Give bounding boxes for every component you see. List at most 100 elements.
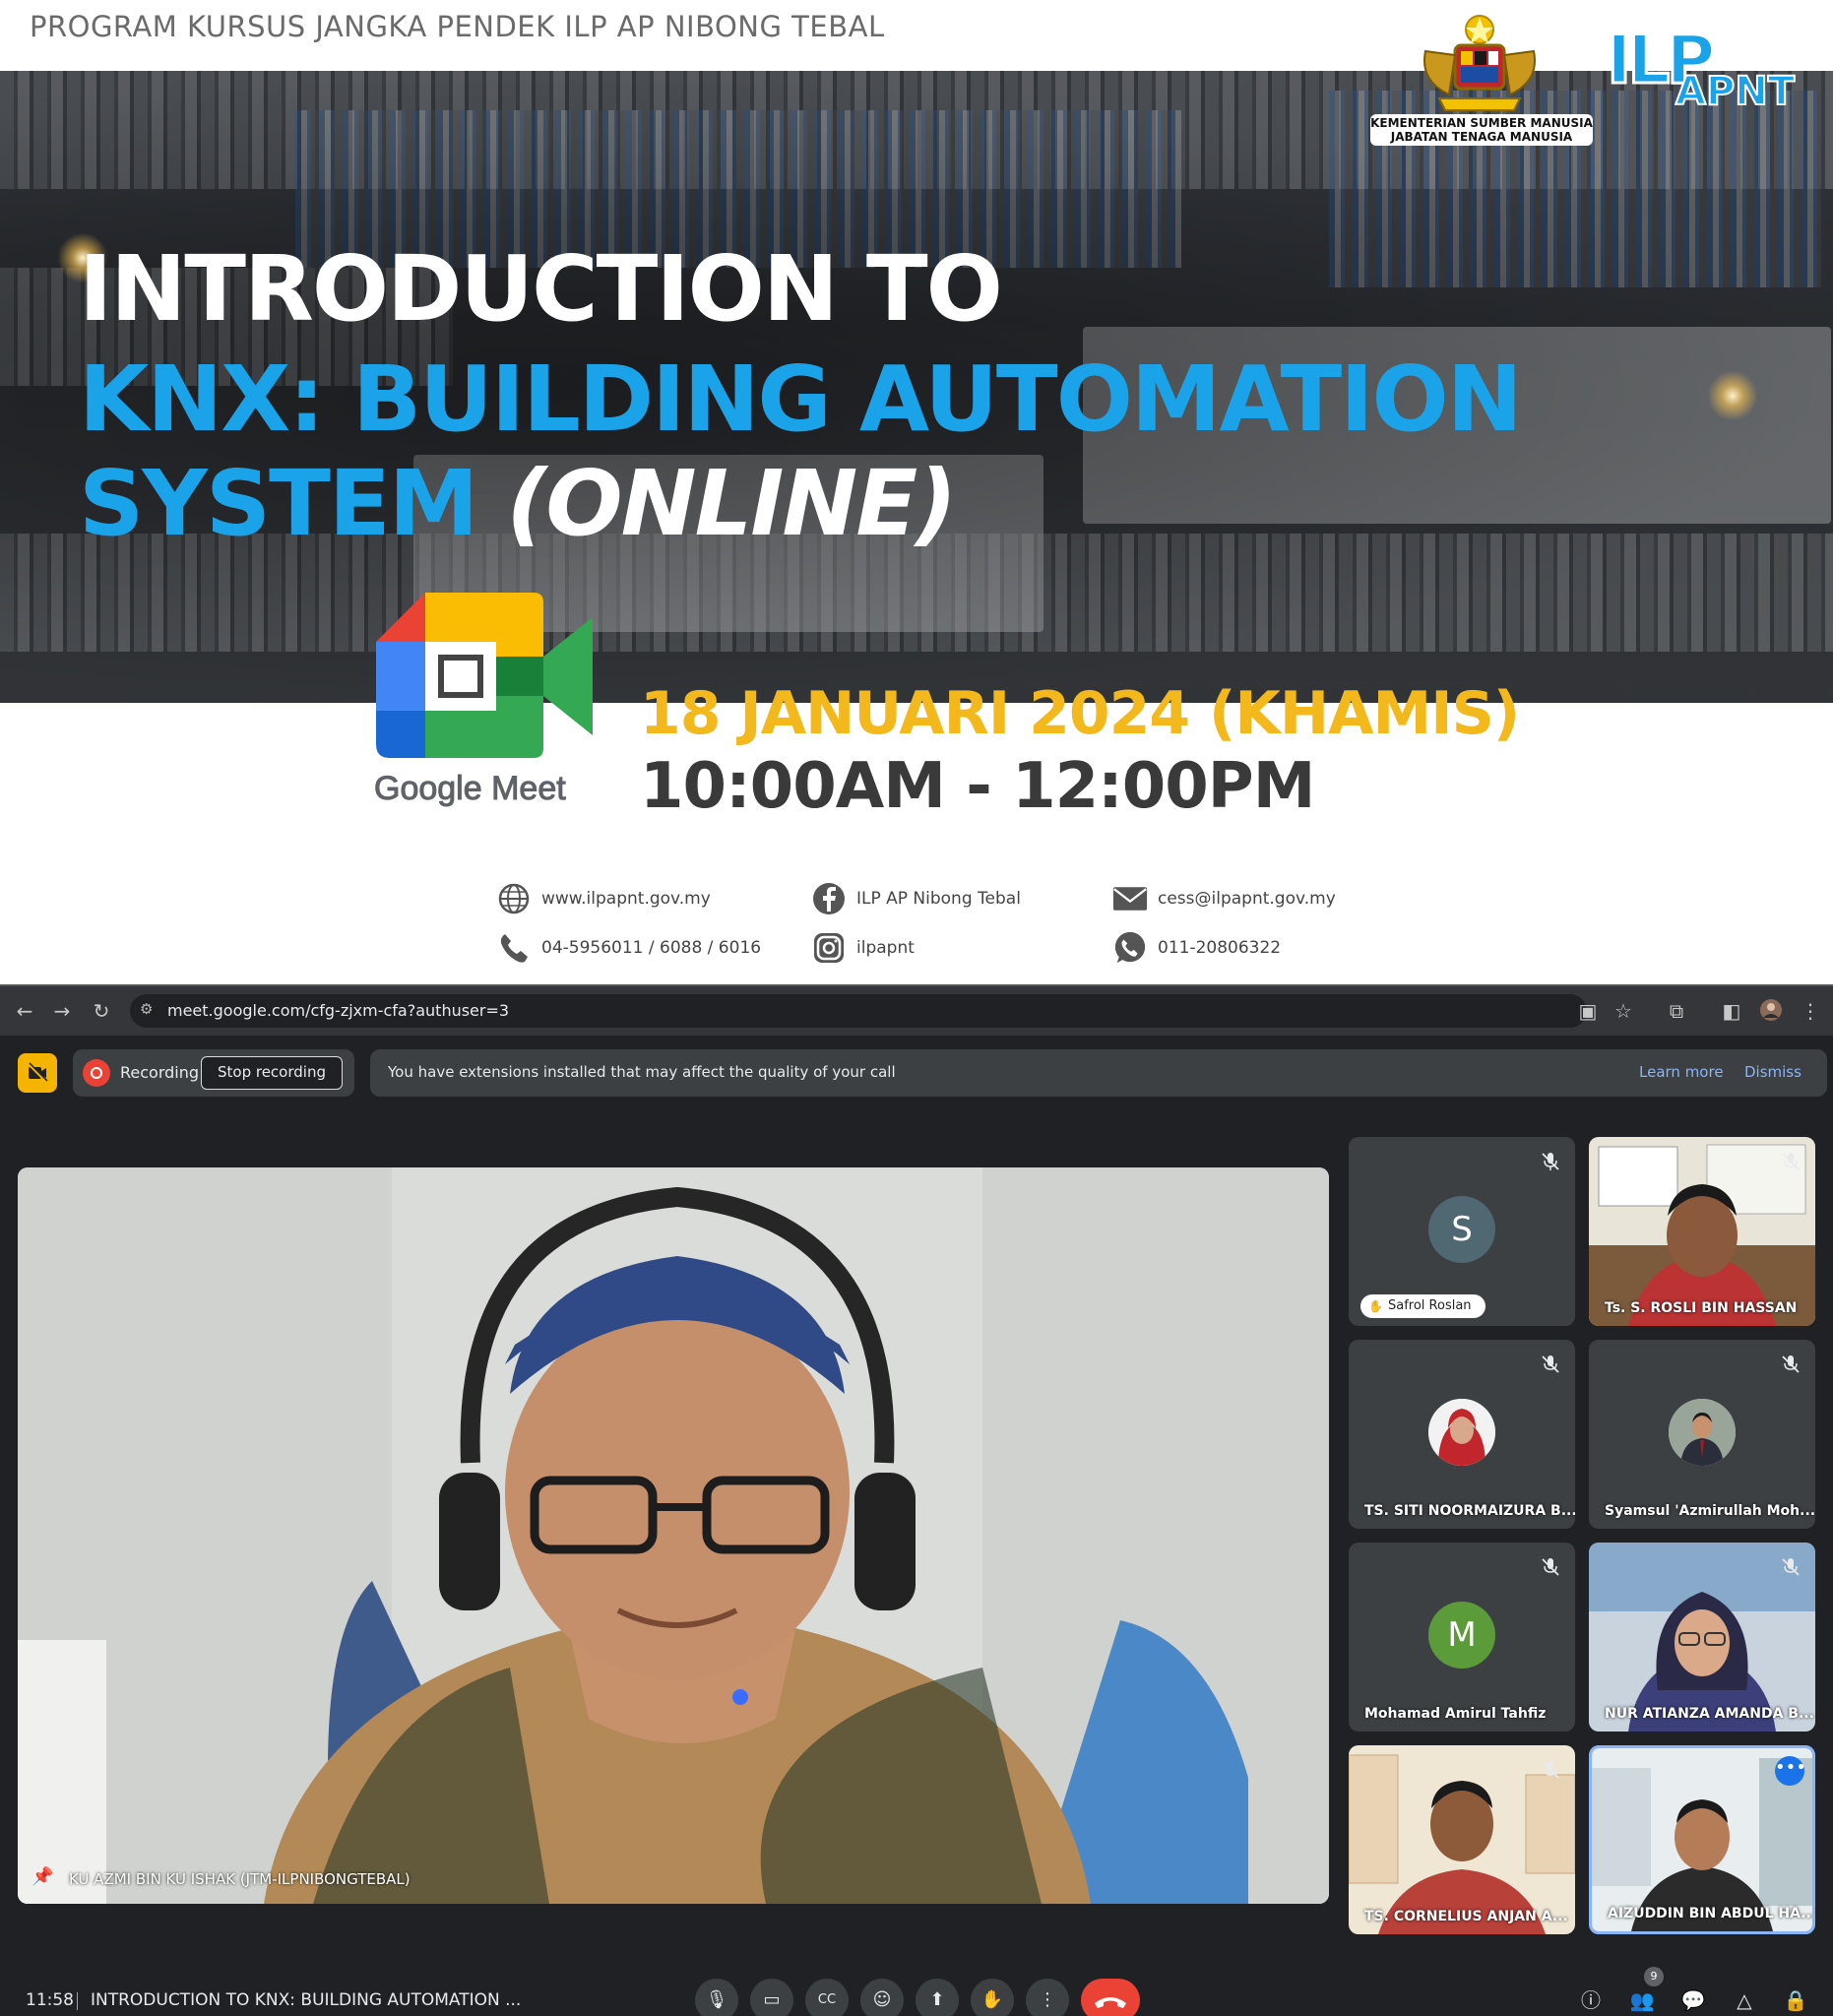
- ministry-line-1: KEMENTERIAN SUMBER MANUSIA: [1370, 116, 1593, 130]
- title-line-3: SYSTEM (ONLINE): [79, 451, 957, 556]
- avatar: [1428, 1399, 1495, 1466]
- meeting-info-icon[interactable]: ⓘ: [1575, 1984, 1607, 2016]
- raised-hand-name-chip: Safrol Roslan: [1360, 1294, 1485, 1318]
- side-panel-icon[interactable]: ◧: [1719, 998, 1744, 1024]
- website-text: www.ilpapnt.gov.my: [541, 889, 711, 909]
- program-heading: PROGRAM KURSUS JANGKA PENDEK ILP AP NIBO…: [30, 10, 885, 43]
- meeting-title: INTRODUCTION TO KNX: BUILDING AUTOMATION…: [91, 1990, 522, 2010]
- site-settings-icon[interactable]: ⚙: [140, 1000, 161, 1022]
- contact-whatsapp: 011-20806322: [1112, 928, 1281, 968]
- captions-icon[interactable]: CC: [805, 1979, 849, 2016]
- contact-facebook: ILP AP Nibong Tebal: [811, 879, 1021, 918]
- recording-pill: Recording Stop recording: [73, 1049, 354, 1097]
- mic-off-icon: [1782, 1355, 1800, 1373]
- chrome-menu-icon[interactable]: ⋮: [1798, 998, 1823, 1024]
- participant-name: AIZUDDIN BIN ABDUL HA...: [1608, 1906, 1815, 1922]
- google-meet-icon: [376, 593, 593, 758]
- speaker-video-frame: [18, 1167, 1329, 1904]
- extensions-icon[interactable]: ⧉: [1664, 998, 1689, 1024]
- title-system: SYSTEM: [79, 451, 478, 556]
- participant-name: TS. SITI NOORMAIZURA B...: [1364, 1503, 1575, 1519]
- dismiss-button[interactable]: Dismiss: [1744, 1063, 1801, 1081]
- more-options-icon[interactable]: ⋮: [1026, 1979, 1069, 2016]
- ministry-label: KEMENTERIAN SUMBER MANUSIA JABATAN TENAG…: [1370, 114, 1593, 146]
- profile-avatar-icon[interactable]: [1758, 998, 1784, 1024]
- ministry-line-2: JABATAN TENAGA MANUSIA: [1390, 130, 1573, 144]
- clock-separator: [77, 1992, 78, 2010]
- contact-phone: 04-5956011 / 6088 / 6016: [496, 928, 761, 968]
- event-time: 10:00AM - 12:00PM: [640, 750, 1315, 823]
- mic-off-icon: [1782, 1558, 1800, 1576]
- people-icon[interactable]: 👥: [1626, 1984, 1658, 2016]
- ilp-apnt-logo: ILP APNT: [1605, 21, 1808, 121]
- title-online: (ONLINE): [506, 451, 957, 556]
- mic-off-icon: [1542, 1153, 1559, 1170]
- browser-toolbar: ← → ↻ ⚙ meet.google.com/cfg-zjxm-cfa?aut…: [0, 984, 1833, 1036]
- recording-indicator-icon[interactable]: [18, 1053, 57, 1093]
- apnt-logo-text: APNT: [1675, 68, 1796, 115]
- event-poster: PROGRAM KURSUS JANGKA PENDEK ILP AP NIBO…: [0, 0, 1833, 984]
- participant-name: NUR ATIANZA AMANDA B...: [1605, 1706, 1814, 1722]
- email-text: cess@ilpapnt.gov.my: [1158, 889, 1336, 909]
- bookmark-star-icon[interactable]: ☆: [1611, 998, 1636, 1024]
- main-speaker-video[interactable]: 📌 KU AZMI BIN KU ISHAK (JTM-ILPNIBONGTEB…: [18, 1167, 1329, 1904]
- address-bar[interactable]: ⚙ meet.google.com/cfg-zjxm-cfa?authuser=…: [130, 994, 1587, 1028]
- instagram-icon: [811, 930, 847, 966]
- raise-hand-icon[interactable]: ✋: [971, 1979, 1014, 2016]
- avatar: S: [1428, 1196, 1495, 1263]
- present-screen-icon[interactable]: ⬆: [916, 1979, 959, 2016]
- chat-icon[interactable]: 💬: [1677, 1984, 1709, 2016]
- more-options-icon[interactable]: •••: [1775, 1756, 1806, 1786]
- participant-name: Syamsul 'Azmirullah Moh...: [1605, 1503, 1815, 1519]
- instagram-text: ilpapnt: [856, 938, 915, 958]
- end-call-button[interactable]: [1081, 1979, 1140, 2016]
- globe-icon: [496, 881, 532, 916]
- participant-tile[interactable]: S Safrol Roslan: [1349, 1137, 1575, 1326]
- camera-indicator-icon[interactable]: ▣: [1575, 998, 1601, 1024]
- camera-icon[interactable]: ▭: [750, 1979, 793, 2016]
- email-icon: [1112, 881, 1148, 916]
- participant-tile[interactable]: TS. SITI NOORMAIZURA B...: [1349, 1340, 1575, 1529]
- back-arrow-icon[interactable]: ←: [12, 998, 37, 1024]
- participant-tile[interactable]: TS. CORNELIUS ANJAN A...: [1349, 1745, 1575, 1934]
- microphone-icon[interactable]: 🎙: [695, 1979, 738, 2016]
- hang-up-icon: [1095, 1997, 1126, 2008]
- participant-name: TS. CORNELIUS ANJAN A...: [1364, 1909, 1568, 1924]
- participant-tile-active[interactable]: ••• AIZUDDIN BIN ABDUL HA...: [1589, 1745, 1815, 1934]
- participant-tile[interactable]: Syamsul 'Azmirullah Moh...: [1589, 1340, 1815, 1529]
- forward-arrow-icon[interactable]: →: [49, 998, 75, 1024]
- mic-off-icon: [1542, 1558, 1559, 1576]
- main-speaker-name: KU AZMI BIN KU ISHAK (JTM-ILPNIBONGTEBAL…: [69, 1870, 411, 1888]
- avatar: [1669, 1399, 1736, 1466]
- participant-name: Ts. S. ROSLI BIN HASSAN: [1605, 1300, 1798, 1316]
- learn-more-link[interactable]: Learn more: [1639, 1063, 1724, 1081]
- google-meet-window: ← → ↻ ⚙ meet.google.com/cfg-zjxm-cfa?aut…: [0, 984, 1833, 2016]
- participant-tile[interactable]: NUR ATIANZA AMANDA B...: [1589, 1543, 1815, 1732]
- url-text[interactable]: meet.google.com/cfg-zjxm-cfa?authuser=3: [167, 1001, 509, 1020]
- participant-tile[interactable]: M Mohamad Amirul Tahfiz: [1349, 1543, 1575, 1732]
- whatsapp-icon: [1112, 930, 1148, 966]
- meeting-clock: 11:58: [26, 1990, 74, 2010]
- mic-off-icon: [1542, 1761, 1559, 1779]
- phone-text: 04-5956011 / 6088 / 6016: [541, 938, 762, 958]
- google-meet-logo: Google Meet: [366, 583, 602, 819]
- pin-icon[interactable]: 📌: [32, 1866, 53, 1887]
- host-controls-icon[interactable]: 🔒: [1780, 1984, 1811, 2016]
- extension-warning-text: You have extensions installed that may a…: [388, 1063, 896, 1081]
- reload-icon[interactable]: ↻: [89, 998, 114, 1024]
- contact-instagram: ilpapnt: [811, 928, 915, 968]
- coat-of-arms-icon: [1423, 15, 1536, 111]
- mic-off-icon: [1542, 1355, 1559, 1373]
- mic-off-icon: [1782, 1153, 1800, 1170]
- activities-icon[interactable]: △: [1729, 1984, 1760, 2016]
- participant-count-badge: 9: [1644, 1967, 1664, 1986]
- participant-tile[interactable]: Ts. S. ROSLI BIN HASSAN: [1589, 1137, 1815, 1326]
- whatsapp-text: 011-20806322: [1158, 938, 1282, 958]
- emoji-reaction-icon[interactable]: ☺: [860, 1979, 904, 2016]
- contact-email: cess@ilpapnt.gov.my: [1112, 879, 1336, 918]
- phone-icon: [496, 930, 532, 966]
- title-line-1: INTRODUCTION TO: [79, 236, 1003, 342]
- avatar: M: [1428, 1602, 1495, 1669]
- facebook-text: ILP AP Nibong Tebal: [856, 889, 1021, 909]
- stop-recording-button[interactable]: Stop recording: [201, 1056, 343, 1090]
